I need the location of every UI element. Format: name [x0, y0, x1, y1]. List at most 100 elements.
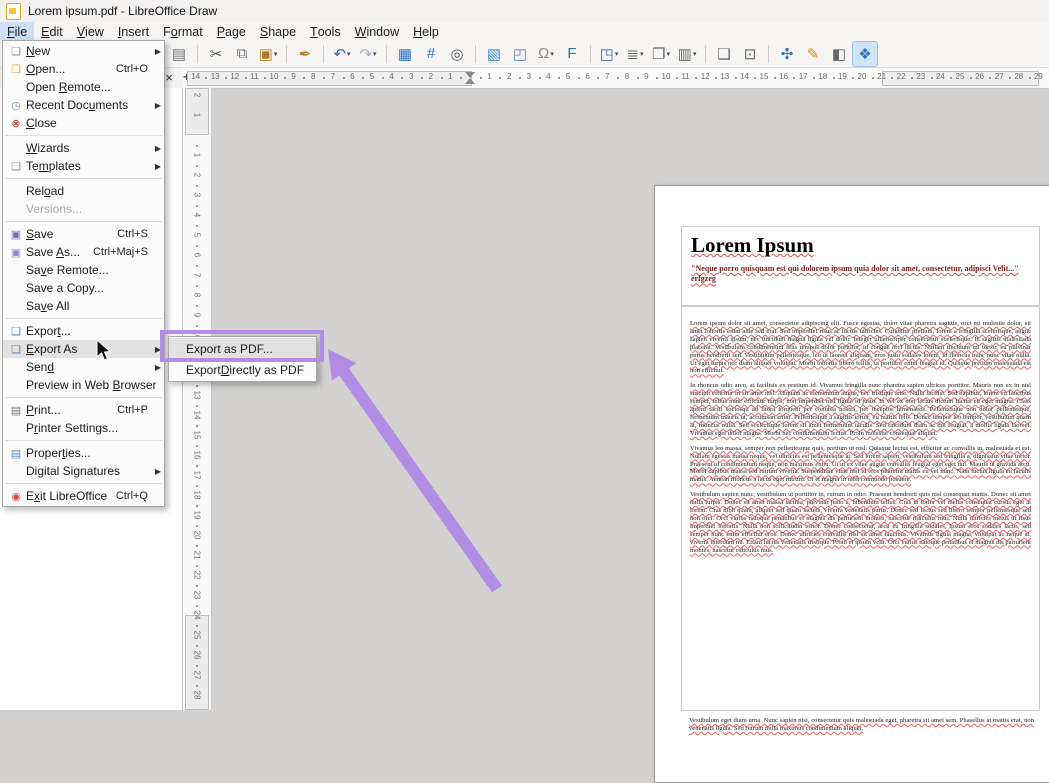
align-objects-icon[interactable]: ≣▾ [623, 42, 647, 66]
menu-format[interactable]: Format [156, 22, 210, 40]
insert-image-icon[interactable]: ▧ [482, 42, 506, 66]
dropdown-caret-icon[interactable]: ▾ [640, 50, 644, 58]
glue-points-icon[interactable]: ✎ [801, 42, 825, 66]
ruler-number: 15 [193, 431, 202, 440]
menu-item-printer-settings[interactable]: Printer Settings... [3, 419, 164, 437]
edit-points-icon[interactable]: ✣ [775, 42, 799, 66]
document-page[interactable]: Lorem Ipsum "Neque porro quisquam est qu… [654, 185, 1049, 783]
copy-icon[interactable]: ⧉ [230, 42, 254, 66]
ruler-tick [303, 77, 305, 79]
undo-icon[interactable]: ↶▾ [330, 42, 354, 66]
menu-item-preview-in-web-browser[interactable]: Preview in Web Browser [3, 376, 164, 394]
menu-shape[interactable]: Shape [253, 22, 303, 40]
shadow-icon[interactable]: ❏ [712, 42, 736, 66]
helplines-icon[interactable]: # [419, 42, 443, 66]
show-draw-functions-icon[interactable]: ❖ [853, 42, 877, 66]
menu-item-recent-documents[interactable]: ◷Recent Documents▶ [3, 96, 164, 114]
distribute-icon[interactable]: ▥▾ [675, 42, 699, 66]
cut-icon[interactable]: ✂ [204, 42, 228, 66]
display-grid-icon[interactable]: ▦ [393, 42, 417, 66]
open-icon: ❒ [6, 63, 26, 76]
body-paragraph: Vivamus leo massa, semper non pellentesq… [690, 445, 1031, 485]
special-character-icon[interactable]: Ω▾ [534, 42, 558, 66]
new-icon: ❏ [6, 45, 26, 58]
menu-item-new[interactable]: ❏New▶ [3, 42, 164, 60]
toggle-extrusion-icon[interactable]: ◧ [827, 42, 851, 66]
paste-icon[interactable]: ▣▾ [256, 42, 280, 66]
dropdown-caret-icon[interactable]: ▾ [615, 50, 619, 58]
crop-icon[interactable]: ⊡ [738, 42, 762, 66]
menu-item-label: Open... [26, 62, 65, 76]
ruler-number: 27 [995, 72, 1004, 81]
menu-item-close[interactable]: ⊗Close [3, 114, 164, 132]
body-text-frame[interactable]: Lorem ipsum dolor sit amet, consectetur … [681, 306, 1040, 711]
glyph: ✣ [781, 45, 794, 63]
redo-icon[interactable]: ↷▾ [356, 42, 380, 66]
dropdown-caret-icon[interactable]: ▾ [347, 50, 351, 58]
menu-item-wizards[interactable]: Wizards▶ [3, 139, 164, 157]
menu-item-label: Recent Documents [26, 98, 128, 112]
ruler-tick [196, 625, 198, 627]
ruler-number: 12 [701, 72, 710, 81]
dropdown-caret-icon[interactable]: ▾ [693, 50, 697, 58]
transformations-icon[interactable]: ◳▾ [597, 42, 621, 66]
ruler-number: 5 [193, 233, 202, 237]
dropdown-caret-icon[interactable]: ▾ [666, 50, 670, 58]
menu-window[interactable]: Window [348, 22, 406, 40]
menu-help[interactable]: Help [406, 22, 446, 40]
submenu-item-export-directly-as-pdf[interactable]: Export Directly as PDF [169, 359, 316, 380]
toolbar-separator [590, 45, 591, 63]
menu-item-open-remote[interactable]: Open Remote... [3, 78, 164, 96]
fontwork-icon[interactable]: F [560, 42, 584, 66]
zoom-icon[interactable]: ◎ [445, 42, 469, 66]
arrange-icon[interactable]: ❐▾ [649, 42, 673, 66]
menu-page[interactable]: Page [210, 22, 253, 40]
dropdown-caret-icon[interactable]: ▾ [274, 50, 278, 58]
menu-tools[interactable]: Tools [303, 22, 348, 40]
submenu-item-export-as-pdf[interactable]: Export as PDF... [169, 338, 316, 359]
ruler-number: 1 [487, 72, 491, 81]
menu-item-digital-signatures[interactable]: Digital Signatures▶ [3, 462, 164, 480]
menu-item-exit-libreoffice[interactable]: ◉Exit LibreOfficeCtrl+Q [3, 487, 164, 505]
insert-text-box-icon[interactable]: ◰ [508, 42, 532, 66]
menu-insert[interactable]: Insert [111, 22, 156, 40]
menu-item-export-as[interactable]: ❏Export As▶ [3, 340, 164, 358]
menu-edit[interactable]: Edit [34, 22, 70, 40]
menu-view[interactable]: View [70, 22, 111, 40]
ruler-tick [362, 77, 364, 79]
toolbar-separator [475, 45, 476, 63]
menu-item-export[interactable]: ❏Export... [3, 322, 164, 340]
drawing-canvas[interactable]: Lorem Ipsum "Neque porro quisquam est qu… [211, 88, 1049, 710]
print-icon[interactable]: ▤ [167, 42, 191, 66]
ruler-tick [196, 305, 198, 307]
menu-item-save-a-copy[interactable]: Save a Copy... [3, 279, 164, 297]
dropdown-caret-icon[interactable]: ▾ [373, 50, 377, 58]
menu-item-save[interactable]: ▣SaveCtrl+S [3, 225, 164, 243]
vertical-ruler[interactable]: 2112345678910111213141516171819202122232… [183, 88, 212, 710]
menu-item-templates[interactable]: ❏Templates▶ [3, 157, 164, 175]
toolbar-separator [768, 45, 769, 63]
menu-item-label: Print... [26, 403, 61, 417]
ruler-tick [460, 77, 462, 79]
menu-file[interactable]: File [0, 22, 34, 40]
menu-item-properties[interactable]: ▤Properties... [3, 444, 164, 462]
export-as-submenu: Export as PDF...Export Directly as PDF [168, 336, 317, 382]
ruler-tick [196, 385, 198, 387]
menu-item-save-as[interactable]: ▣Save As...Ctrl+Maj+S [3, 243, 164, 261]
menu-item-save-all[interactable]: Save All [3, 297, 164, 315]
menu-item-save-remote[interactable]: Save Remote... [3, 261, 164, 279]
ruler-number: 16 [779, 72, 788, 81]
ruler-tick [793, 77, 795, 79]
ruler-number: 5 [370, 72, 374, 81]
menu-item-open[interactable]: ❒Open...Ctrl+O [3, 60, 164, 78]
ruler-tick [196, 145, 198, 147]
horizontal-ruler[interactable]: + 14131211109876543211234567891011121314… [183, 68, 1049, 89]
clone-formatting-icon[interactable]: ✒ [293, 42, 317, 66]
title-text-frame[interactable]: Lorem Ipsum "Neque porro quisquam est qu… [681, 226, 1040, 306]
ruler-tick [637, 77, 639, 79]
ruler-number: 2 [193, 173, 202, 177]
menu-item-send[interactable]: Send▶ [3, 358, 164, 376]
menu-item-reload[interactable]: Reload [3, 182, 164, 200]
dropdown-caret-icon[interactable]: ▾ [550, 50, 554, 58]
menu-item-print[interactable]: ▤Print...Ctrl+P [3, 401, 164, 419]
